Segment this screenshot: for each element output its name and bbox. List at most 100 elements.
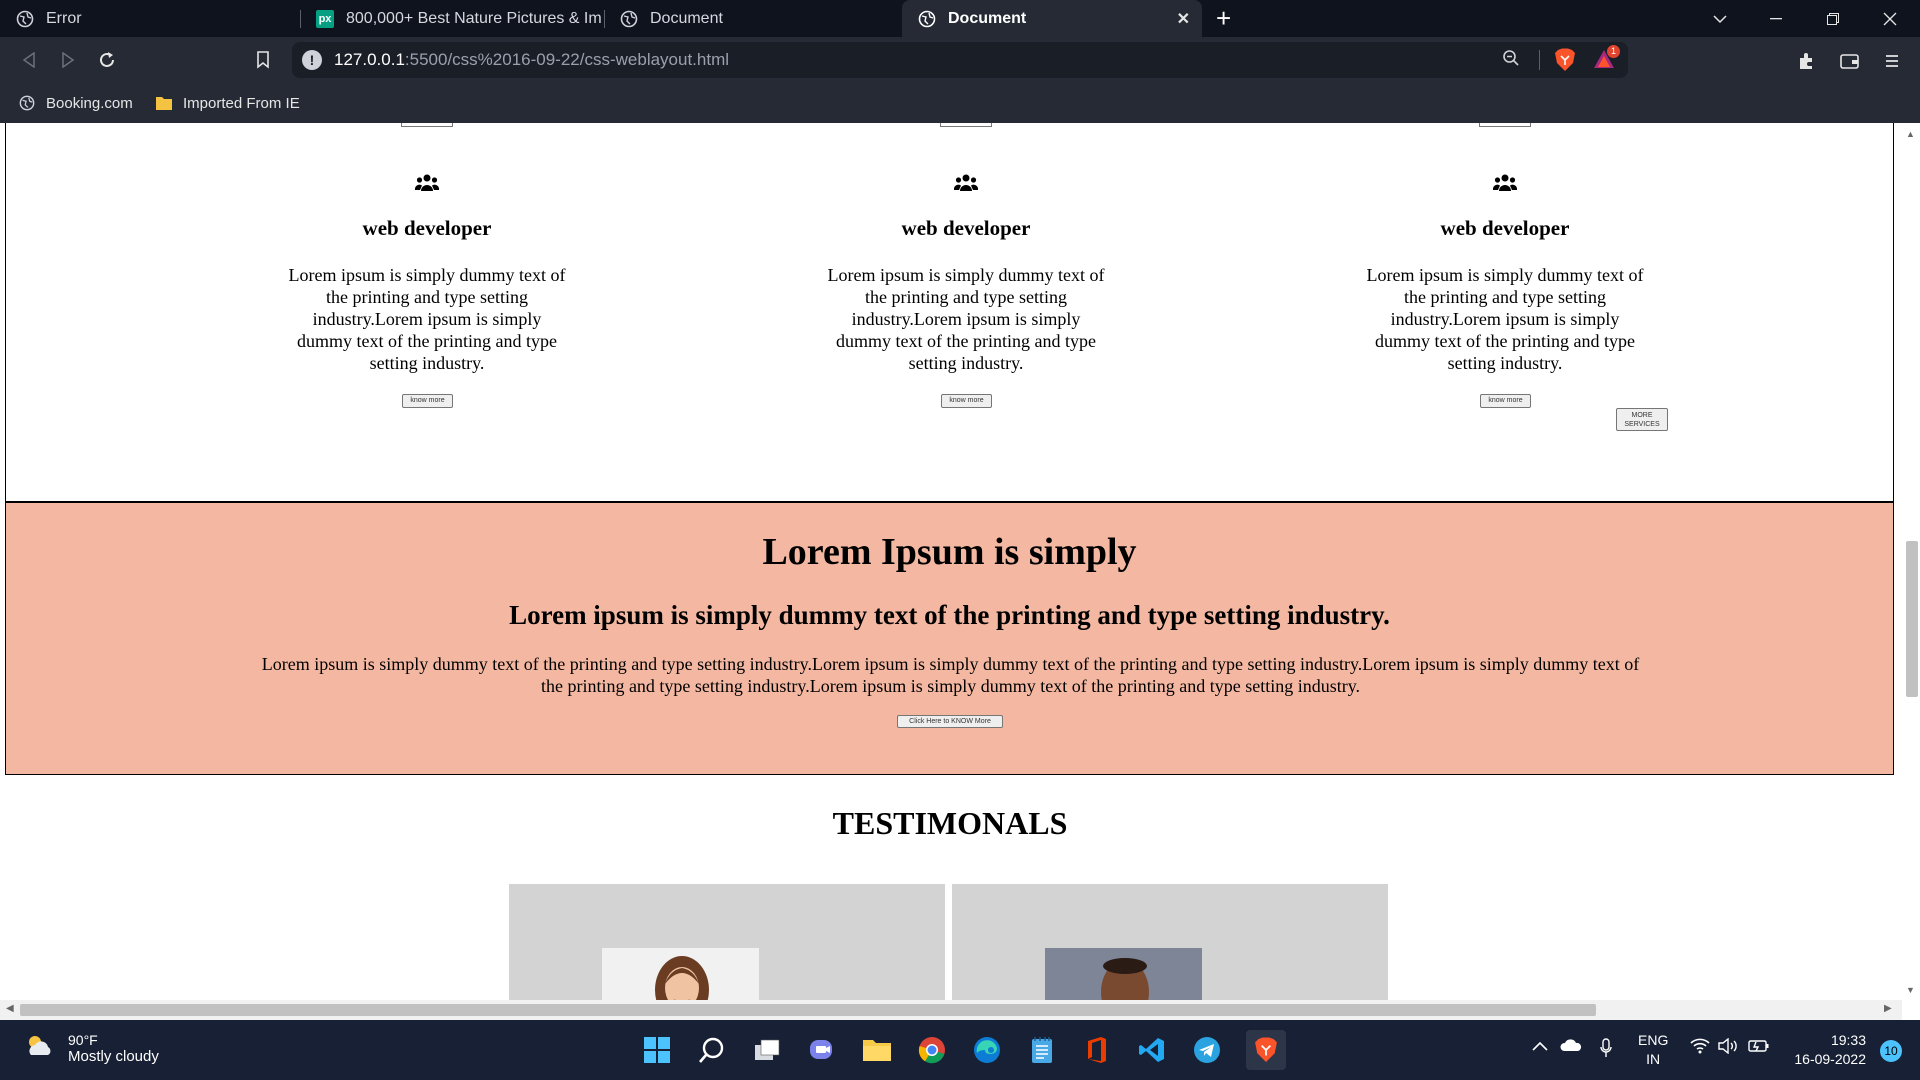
service-title: web developer xyxy=(901,216,1031,240)
bookmark-folder-imported[interactable]: Imported From IE xyxy=(155,91,300,115)
scroll-down-arrow-icon[interactable]: ▼ xyxy=(1906,985,1915,995)
show-hidden-icons-chevron-icon[interactable] xyxy=(1532,1038,1548,1055)
tab-label: Document xyxy=(650,9,723,27)
system-clock[interactable]: 19:33 16-09-2022 xyxy=(1794,1031,1866,1069)
banner-heading: Lorem Ipsum is simply xyxy=(762,531,1137,573)
service-title: web developer xyxy=(362,216,492,240)
telegram-icon[interactable] xyxy=(1191,1034,1223,1066)
banner-subheading: Lorem ipsum is simply dummy text of the … xyxy=(509,600,1390,630)
horizontal-scroll-thumb[interactable] xyxy=(20,1004,1596,1016)
tab-pexels[interactable]: px 800,000+ Best Nature Pictures & Imag xyxy=(300,0,603,37)
testimonial-avatar xyxy=(1045,948,1202,1000)
language-indicator[interactable]: ENG IN xyxy=(1638,1031,1668,1069)
testimonials-heading: TESTIMONALS xyxy=(832,805,1068,841)
vertical-scrollbar[interactable]: ▲ ▼ xyxy=(1902,123,1920,1000)
browser-toolbar: ! 127.0.0.1:5500/css%2016-09-22/css-webl… xyxy=(0,37,1920,83)
tab-label: Error xyxy=(46,9,82,27)
url-text[interactable]: 127.0.0.1:5500/css%2016-09-22/css-weblay… xyxy=(334,50,729,70)
extensions-icon[interactable] xyxy=(1794,49,1818,73)
brave-browser-icon[interactable] xyxy=(1246,1030,1286,1070)
know-more-button[interactable]: know more xyxy=(402,394,453,408)
restore-button[interactable] xyxy=(1805,0,1861,37)
task-view-icon[interactable] xyxy=(751,1034,783,1066)
tab-label: Document xyxy=(948,9,1027,27)
wifi-icon[interactable] xyxy=(1690,1038,1710,1058)
weather-cloud-icon xyxy=(24,1033,54,1064)
tab-label: 800,000+ Best Nature Pictures & Imag xyxy=(346,9,602,27)
service-description: Lorem ipsum is simply dummy text of the … xyxy=(1366,265,1644,373)
know-more-button[interactable]: know more xyxy=(941,394,992,408)
pexels-icon: px xyxy=(316,9,334,28)
services-section: web developer Lorem ipsum is simply dumm… xyxy=(5,123,1894,503)
more-services-button[interactable]: MORE SERVICES xyxy=(1616,408,1668,431)
bookmark-booking[interactable]: Booking.com xyxy=(18,91,133,115)
bookmarks-bar: Booking.com Imported From IE xyxy=(0,83,1920,123)
onedrive-cloud-icon[interactable] xyxy=(1560,1038,1582,1056)
new-tab-button[interactable]: + xyxy=(1216,3,1231,34)
globe-icon xyxy=(16,10,34,28)
battery-icon[interactable] xyxy=(1748,1038,1770,1058)
site-info-icon[interactable]: ! xyxy=(302,50,322,70)
tab-document[interactable]: Document xyxy=(604,0,900,37)
edge-icon[interactable] xyxy=(971,1034,1003,1066)
rewards-badge: 1 xyxy=(1607,45,1620,58)
bookmark-icon[interactable] xyxy=(248,45,278,75)
address-bar[interactable]: ! 127.0.0.1:5500/css%2016-09-22/css-webl… xyxy=(292,42,1628,78)
start-button[interactable] xyxy=(641,1034,673,1066)
folder-icon xyxy=(155,95,173,111)
brave-rewards-icon[interactable]: 1 xyxy=(1592,45,1620,72)
vscode-icon[interactable] xyxy=(1136,1034,1168,1066)
bookmark-label: Booking.com xyxy=(46,94,133,112)
testimonial-card xyxy=(952,884,1388,1000)
globe-icon xyxy=(18,95,36,111)
users-icon xyxy=(287,173,567,197)
service-description: Lorem ipsum is simply dummy text of the … xyxy=(288,265,566,373)
bookmark-label: Imported From IE xyxy=(183,94,300,112)
tab-search-chevron-icon[interactable] xyxy=(1692,0,1748,37)
notification-badge[interactable]: 10 xyxy=(1880,1040,1902,1062)
vertical-scroll-thumb[interactable] xyxy=(1906,541,1918,697)
users-icon xyxy=(826,173,1106,197)
notepad-icon[interactable] xyxy=(1026,1034,1058,1066)
weather-condition: Mostly cloudy xyxy=(68,1048,159,1065)
know-more-cta-button[interactable]: Click Here to KNOW More xyxy=(897,715,1003,728)
menu-icon[interactable] xyxy=(1880,49,1904,73)
wallet-icon[interactable] xyxy=(1838,49,1862,73)
scroll-up-arrow-icon[interactable]: ▲ xyxy=(1906,129,1915,139)
know-more-button[interactable]: know more xyxy=(1480,394,1531,408)
globe-icon xyxy=(620,10,638,28)
region-code: IN xyxy=(1646,1051,1661,1067)
language-code: ENG xyxy=(1638,1032,1669,1048)
tab-error[interactable]: Error xyxy=(0,0,300,37)
weather-temperature: 90°F xyxy=(68,1032,98,1048)
banner-text: Lorem ipsum is simply dummy text of the … xyxy=(261,654,1640,696)
tab-bar: Error px 800,000+ Best Nature Pictures &… xyxy=(0,0,1920,37)
clock-date: 16-09-2022 xyxy=(1794,1051,1866,1067)
volume-icon[interactable] xyxy=(1718,1037,1738,1058)
clock-time: 19:33 xyxy=(1830,1032,1866,1048)
testimonial-card xyxy=(509,884,945,1000)
search-icon[interactable] xyxy=(696,1034,728,1066)
service-title: web developer xyxy=(1440,216,1570,240)
back-button[interactable] xyxy=(14,45,44,75)
zoom-icon[interactable] xyxy=(1502,49,1520,72)
forward-button[interactable] xyxy=(53,45,83,75)
brave-shields-icon[interactable] xyxy=(1554,48,1576,72)
chrome-icon[interactable] xyxy=(916,1034,948,1066)
scroll-left-arrow-icon[interactable]: ◀ xyxy=(6,1003,14,1014)
file-explorer-icon[interactable] xyxy=(861,1034,893,1066)
reload-button[interactable] xyxy=(92,45,122,75)
office-icon[interactable] xyxy=(1081,1034,1113,1066)
tab-document-active[interactable]: Document ✕ xyxy=(902,0,1202,37)
horizontal-scrollbar[interactable]: ◀ ▶ xyxy=(0,1000,1902,1020)
minimize-button[interactable] xyxy=(1748,0,1804,37)
scroll-right-arrow-icon[interactable]: ▶ xyxy=(1884,1003,1892,1014)
service-description: Lorem ipsum is simply dummy text of the … xyxy=(827,265,1105,373)
microphone-icon[interactable] xyxy=(1600,1038,1612,1062)
teams-chat-icon[interactable] xyxy=(806,1034,838,1066)
close-tab-icon[interactable]: ✕ xyxy=(1177,9,1190,29)
close-window-button[interactable] xyxy=(1862,0,1918,37)
globe-icon xyxy=(918,10,936,28)
weather-widget[interactable]: 90°F Mostly cloudy xyxy=(24,1032,159,1065)
testimonial-avatar xyxy=(602,948,759,1000)
